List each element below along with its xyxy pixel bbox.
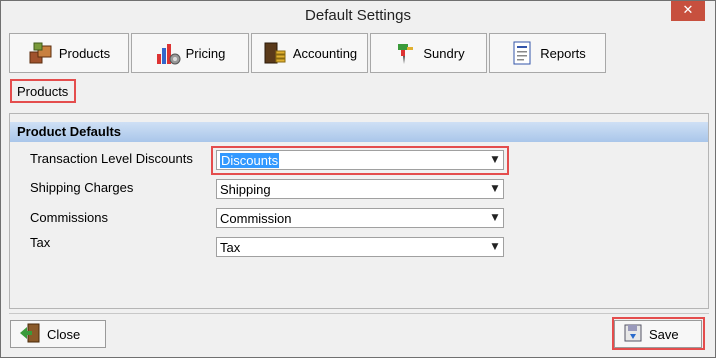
chevron-down-icon[interactable]: ▼	[488, 239, 502, 255]
tab-pricing-label: Pricing	[185, 45, 226, 61]
reports-document-icon	[509, 40, 535, 66]
tab-accounting[interactable]: Accounting	[251, 33, 368, 73]
breadcrumb-highlight: Products	[10, 79, 76, 103]
tab-accounting-label: Accounting	[292, 45, 358, 61]
chevron-down-icon[interactable]: ▼	[488, 152, 502, 168]
tax-value: Tax	[220, 240, 241, 255]
tax-label: Tax	[30, 235, 51, 250]
section-header: Product Defaults	[10, 122, 708, 142]
sundry-pin-icon	[392, 40, 418, 66]
tab-reports-label: Reports	[540, 45, 586, 61]
transaction-discounts-label: Transaction Level Discounts	[30, 151, 193, 166]
breadcrumb: Products	[17, 84, 69, 99]
commissions-select[interactable]: Commission ▼	[216, 208, 504, 228]
transaction-discounts-select[interactable]: Discounts ▼	[216, 150, 504, 170]
chevron-down-icon[interactable]: ▼	[488, 210, 502, 226]
tab-products[interactable]: Products	[9, 33, 129, 73]
tab-reports[interactable]: Reports	[489, 33, 606, 73]
tab-products-label: Products	[58, 45, 111, 61]
product-defaults-panel: Product Defaults Transaction Level Disco…	[9, 113, 709, 309]
close-button[interactable]: Close	[10, 320, 106, 348]
shipping-charges-select[interactable]: Shipping ▼	[216, 179, 504, 199]
tab-strip: Products Pricing Accounting Sundry Repor…	[9, 33, 709, 75]
window-title: Default Settings	[305, 7, 411, 24]
tab-sundry-label: Sundry	[423, 45, 465, 61]
save-button[interactable]: Save	[614, 320, 702, 348]
shipping-charges-value: Shipping	[220, 182, 271, 197]
save-button-label: Save	[649, 326, 679, 342]
section-title: Product Defaults	[17, 124, 122, 139]
exit-door-icon	[19, 323, 41, 346]
transaction-discounts-value: Discounts	[220, 153, 280, 168]
tax-select[interactable]: Tax ▼	[216, 237, 504, 257]
commissions-label: Commissions	[30, 210, 109, 225]
products-boxes-icon	[28, 40, 54, 66]
window-close-button[interactable]: ✕	[671, 1, 705, 21]
save-disk-icon	[623, 323, 643, 346]
shipping-charges-label: Shipping Charges	[30, 180, 134, 195]
tab-pricing[interactable]: Pricing	[131, 33, 249, 73]
button-bar: Close Save	[9, 313, 709, 354]
close-button-label: Close	[47, 326, 81, 342]
tab-sundry[interactable]: Sundry	[370, 33, 487, 73]
title-bar: Default Settings ✕	[1, 1, 715, 31]
accounting-coins-icon	[262, 40, 288, 66]
commissions-value: Commission	[220, 211, 292, 226]
chevron-down-icon[interactable]: ▼	[488, 181, 502, 197]
pricing-chart-icon	[155, 40, 181, 66]
default-settings-window: Default Settings ✕ Products Pricing Acco…	[0, 0, 716, 358]
